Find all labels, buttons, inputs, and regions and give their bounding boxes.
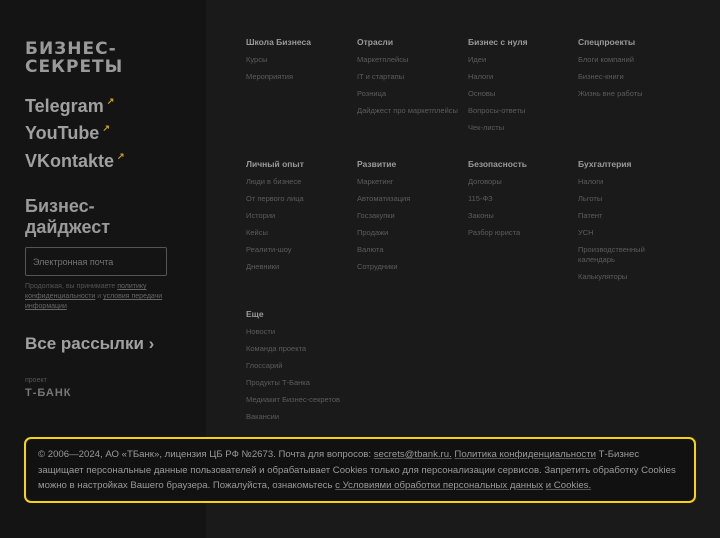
vkontakte-link[interactable]: VKontakte ↗ xyxy=(25,151,125,172)
column-title: Бухгалтерия xyxy=(578,159,632,169)
label: Все рассылки xyxy=(25,334,144,353)
column-title: Еще xyxy=(246,309,264,319)
column-title: Спецпроекты xyxy=(578,37,636,47)
nav-link[interactable]: Медиакит Бизнес-секретов xyxy=(246,395,351,405)
nav-column: Спецпроекты Блоги компаний Бизнес-книги Жиз… xyxy=(578,37,683,106)
nav-column: Бухгалтерия Налоги Льготы Патент УСН Производ… xyxy=(578,159,683,289)
nav-link[interactable]: УСН xyxy=(578,228,683,238)
nav-column: Отрасли Маркетплейсы IT и стартапы Розница Д… xyxy=(357,37,462,123)
nav-link[interactable]: Валюта xyxy=(357,245,462,255)
nav-link[interactable]: Блоги компаний xyxy=(578,55,683,65)
external-link-icon: ↗ xyxy=(106,96,115,106)
column-title: Развитие xyxy=(357,159,397,169)
digest-title: Бизнес- дайджест xyxy=(25,196,111,237)
nav-link[interactable]: 115-ФЗ xyxy=(468,194,573,204)
nav-link[interactable]: Вопросы-ответы xyxy=(468,106,573,116)
chevron-right-icon: › xyxy=(148,334,155,353)
external-link-icon: ↗ xyxy=(117,151,125,161)
nav-link[interactable]: Маркетплейсы xyxy=(357,55,462,65)
nav-column: Развитие Маркетинг Автоматизация Госзакупки… xyxy=(357,159,462,279)
nav-column: Личный опыт Люди в бизнесе От первого лица… xyxy=(246,159,351,279)
column-title: Безопасность xyxy=(468,159,527,169)
label: YouTube xyxy=(25,123,100,143)
nav-link[interactable]: Идеи xyxy=(468,55,573,65)
nav-link[interactable]: Команда проекта xyxy=(246,344,351,354)
nav-link[interactable]: Дайджест про маркетплейсы xyxy=(357,106,462,116)
nav-link[interactable]: Люди в бизнесе xyxy=(246,177,351,187)
column-title: Бизнес с нуля xyxy=(468,37,528,47)
copyright-text: © 2006—2024, АО «ТБанк», лицензия ЦБ РФ … xyxy=(38,449,374,460)
youtube-link[interactable]: YouTube ↗ xyxy=(25,123,110,144)
nav-link[interactable]: Бизнес-книги xyxy=(578,72,683,82)
nav-link[interactable]: IT и стартапы xyxy=(357,72,462,82)
nav-column: Еще Новости Команда проекта Глоссарий Продук… xyxy=(246,309,351,429)
nav-link[interactable]: Истории xyxy=(246,211,351,221)
nav-link[interactable]: Розница xyxy=(357,89,462,99)
nav-column: Бизнес с нуля Идеи Налоги Основы Вопросы-отв… xyxy=(468,37,573,140)
nav-link[interactable]: Реалити-шоу xyxy=(246,245,351,255)
column-title: Школа Бизнеса xyxy=(246,37,312,47)
nav-link[interactable]: Глоссарий xyxy=(246,361,351,371)
nav-link[interactable]: Новости xyxy=(246,327,351,337)
nav-link[interactable]: Основы xyxy=(468,89,573,99)
label: Telegram xyxy=(25,96,104,116)
nav-link[interactable]: Кейсы xyxy=(246,228,351,238)
nav-link[interactable]: Патент xyxy=(578,211,683,221)
terms-prefix: Продолжая, вы принимаете xyxy=(25,283,118,290)
nav-link[interactable]: Разбор юриста xyxy=(468,228,573,238)
email-link[interactable]: secrets@tbank.ru. xyxy=(374,449,452,460)
privacy-link[interactable]: Политика конфиденциальности xyxy=(454,449,596,460)
cookie-banner: © 2006—2024, АО «ТБанк», лицензия ЦБ РФ … xyxy=(24,437,696,503)
nav-link[interactable]: От первого лица xyxy=(246,194,351,204)
telegram-link[interactable]: Telegram ↗ xyxy=(25,96,114,117)
nav-link[interactable]: Производственный календарь xyxy=(578,245,683,265)
nav-link[interactable]: Законы xyxy=(468,211,573,221)
logo[interactable]: БИЗНЕС- СЕКРЕТЫ xyxy=(25,40,123,76)
nav-link[interactable]: Сотрудники xyxy=(357,262,462,272)
nav-link[interactable]: Договоры xyxy=(468,177,573,187)
nav-link[interactable]: Льготы xyxy=(578,194,683,204)
nav-column: Безопасность Договоры 115-ФЗ Законы Разбор ю… xyxy=(468,159,573,245)
nav-link[interactable]: Дневники xyxy=(246,262,351,272)
external-link-icon: ↗ xyxy=(102,123,110,133)
nav-link[interactable]: Курсы xyxy=(246,55,351,65)
terms-mid: и xyxy=(95,293,104,300)
label: VKontakte xyxy=(25,151,115,171)
nav-link[interactable]: Госзакупки xyxy=(357,211,462,221)
terms-text: Продолжая, вы принимаете политику конфид… xyxy=(25,282,175,312)
cookies-link[interactable]: и Cookies. xyxy=(546,480,591,491)
nav-link[interactable]: Маркетинг xyxy=(357,177,462,187)
nav-link[interactable]: Продукты Т-Банка xyxy=(246,378,351,388)
nav-link[interactable]: Калькуляторы xyxy=(578,272,683,282)
email-input[interactable] xyxy=(25,247,167,276)
nav-link[interactable]: Налоги xyxy=(468,72,573,82)
nav-link[interactable]: Автоматизация xyxy=(357,194,462,204)
terms-link[interactable]: с Условиями обработки персональных данны… xyxy=(335,480,543,491)
column-title: Личный опыт xyxy=(246,159,304,169)
nav-link[interactable]: Налоги xyxy=(578,177,683,187)
tbank-logo[interactable]: Т-БАНК xyxy=(25,387,71,399)
column-title: Отрасли xyxy=(357,37,394,47)
all-newsletters-link[interactable]: Все рассылки › xyxy=(25,334,154,354)
nav-link[interactable]: Мероприятия xyxy=(246,72,351,82)
nav-column: Школа Бизнеса Курсы Мероприятия xyxy=(246,37,351,89)
nav-link[interactable]: Жизнь вне работы xyxy=(578,89,683,99)
nav-link[interactable]: Вакансии xyxy=(246,412,351,422)
project-label: проект xyxy=(25,377,47,384)
nav-link[interactable]: Продажи xyxy=(357,228,462,238)
nav-link[interactable]: Чек-листы xyxy=(468,123,573,133)
